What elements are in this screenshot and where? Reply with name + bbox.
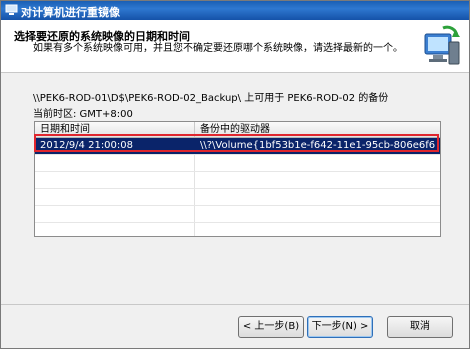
reimage-wizard-window: 对计算机进行重镜像 选择要还原的系统映像的日期和时间 如果有多个系统映像可用，并…: [0, 0, 470, 349]
backup-list[interactable]: 日期和时间 备份中的驱动器 2012/9/4 21:00:08 \\?\Volu…: [34, 121, 441, 237]
next-button[interactable]: 下一步(N) >: [307, 316, 373, 338]
page-title: 选择要还原的系统映像的日期和时间: [14, 30, 190, 43]
list-header: 日期和时间 备份中的驱动器: [35, 122, 440, 138]
list-rows: 2012/9/4 21:00:08 \\?\Volume{1bf53b1e-f6…: [35, 138, 440, 236]
row-drive: \\?\Volume{1bf53b1e-f642-11e1-95cb-806e6…: [200, 140, 436, 151]
back-button[interactable]: < 上一步(B): [238, 316, 304, 338]
empty-row: [35, 189, 440, 206]
row-datetime: 2012/9/4 21:00:08: [35, 138, 195, 154]
backup-location-label: \\PEK6-ROD-01\D$\PEK6-ROD-02_Backup\ 上可用…: [33, 93, 389, 104]
column-header-drives[interactable]: 备份中的驱动器: [195, 122, 440, 137]
footer-divider: [1, 304, 469, 305]
title-bar[interactable]: 对计算机进行重镜像: [1, 1, 469, 20]
cancel-button[interactable]: 取消: [387, 316, 453, 338]
empty-row: [35, 223, 440, 236]
page-description: 如果有多个系统映像可用，并且您不确定要还原哪个系统映像，请选择最新的一个。: [33, 43, 403, 54]
wizard-header: 选择要还原的系统映像的日期和时间 如果有多个系统映像可用，并且您不确定要还原哪个…: [1, 20, 469, 73]
timezone-label: 当前时区: GMT+8:00: [33, 109, 133, 120]
column-header-datetime[interactable]: 日期和时间: [35, 122, 195, 137]
restore-computer-icon: [424, 25, 460, 65]
empty-row: [35, 155, 440, 172]
window-title: 对计算机进行重镜像: [21, 6, 120, 19]
empty-row: [35, 206, 440, 223]
computer-icon: [5, 4, 18, 15]
table-row[interactable]: 2012/9/4 21:00:08 \\?\Volume{1bf53b1e-f6…: [35, 138, 440, 155]
empty-row: [35, 172, 440, 189]
